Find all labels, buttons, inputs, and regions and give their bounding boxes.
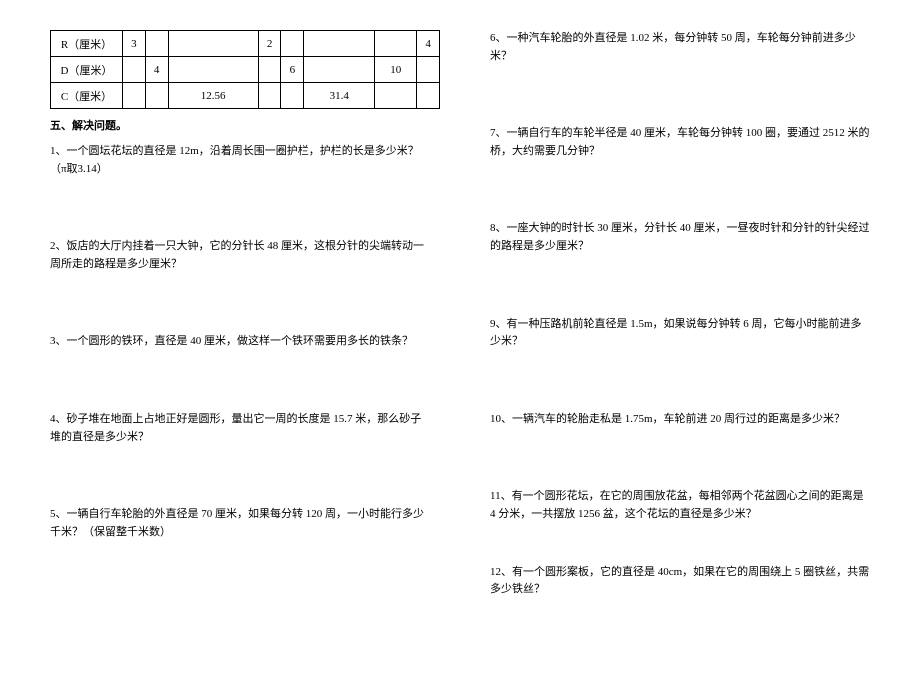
row-label: C（厘米） <box>51 83 123 109</box>
cell: 4 <box>145 57 168 83</box>
question-7: 7、一辆自行车的车轮半径是 40 厘米，车轮每分钟转 100 圈，要通过 251… <box>490 125 870 160</box>
cell <box>123 83 146 109</box>
question-4: 4、砂子堆在地面上占地正好是圆形，量出它一周的长度是 15.7 米，那么砂子堆的… <box>50 411 430 446</box>
question-8: 8、一座大钟的时针长 30 厘米，分针长 40 厘米，一昼夜时针和分针的针尖经过… <box>490 220 870 255</box>
cell <box>304 57 375 83</box>
question-2: 2、饭店的大厅内挂着一只大钟，它的分针长 48 厘米，这根分针的尖端转动一周所走… <box>50 238 430 273</box>
right-column: 6、一种汽车轮胎的外直径是 1.02 米，每分钟转 50 周，车轮每分钟前进多少… <box>460 30 870 659</box>
section-title: 五、解决问题。 <box>50 117 430 133</box>
cell <box>123 57 146 83</box>
cell: 10 <box>375 57 417 83</box>
question-3: 3、一个圆形的铁环，直径是 40 厘米，做这样一个铁环需要用多长的铁条？ <box>50 333 430 351</box>
question-11: 11、有一个圆形花坛，在它的周围放花盆，每相邻两个花盆圆心之间的距离是 4 分米… <box>490 488 870 523</box>
left-column: R（厘米） 3 2 4 D（厘米） 4 6 10 <box>50 30 460 659</box>
cell <box>417 57 440 83</box>
table-row: C（厘米） 12.56 31.4 <box>51 83 440 109</box>
table-row: R（厘米） 3 2 4 <box>51 31 440 57</box>
cell: 6 <box>281 57 304 83</box>
cell <box>281 83 304 109</box>
question-6: 6、一种汽车轮胎的外直径是 1.02 米，每分钟转 50 周，车轮每分钟前进多少… <box>490 30 870 65</box>
cell <box>417 83 440 109</box>
cell <box>168 57 258 83</box>
cell <box>168 31 258 57</box>
question-5: 5、一辆自行车轮胎的外直径是 70 厘米，如果每分转 120 周，一小时能行多少… <box>50 506 430 541</box>
cell <box>145 31 168 57</box>
table-row: D（厘米） 4 6 10 <box>51 57 440 83</box>
cell: 4 <box>417 31 440 57</box>
cell <box>304 31 375 57</box>
data-table: R（厘米） 3 2 4 D（厘米） 4 6 10 <box>50 30 440 109</box>
cell: 3 <box>123 31 146 57</box>
cell: 12.56 <box>168 83 258 109</box>
question-1: 1、一个圆坛花坛的直径是 12m，沿着周长围一圈护栏，护栏的长是多少米？（π取3… <box>50 143 430 178</box>
cell <box>281 31 304 57</box>
cell <box>258 83 281 109</box>
question-9: 9、有一种压路机前轮直径是 1.5m，如果说每分钟转 6 周，它每小时能前进多少… <box>490 316 870 351</box>
cell: 31.4 <box>304 83 375 109</box>
question-10: 10、一辆汽车的轮胎走私是 1.75m，车轮前进 20 周行过的距离是多少米？ <box>490 411 870 429</box>
cell: 2 <box>258 31 281 57</box>
cell <box>258 57 281 83</box>
question-12: 12、有一个圆形案板，它的直径是 40cm，如果在它的周围绕上 5 圈铁丝，共需… <box>490 564 870 599</box>
cell <box>145 83 168 109</box>
cell <box>375 31 417 57</box>
row-label: D（厘米） <box>51 57 123 83</box>
row-label: R（厘米） <box>51 31 123 57</box>
cell <box>375 83 417 109</box>
